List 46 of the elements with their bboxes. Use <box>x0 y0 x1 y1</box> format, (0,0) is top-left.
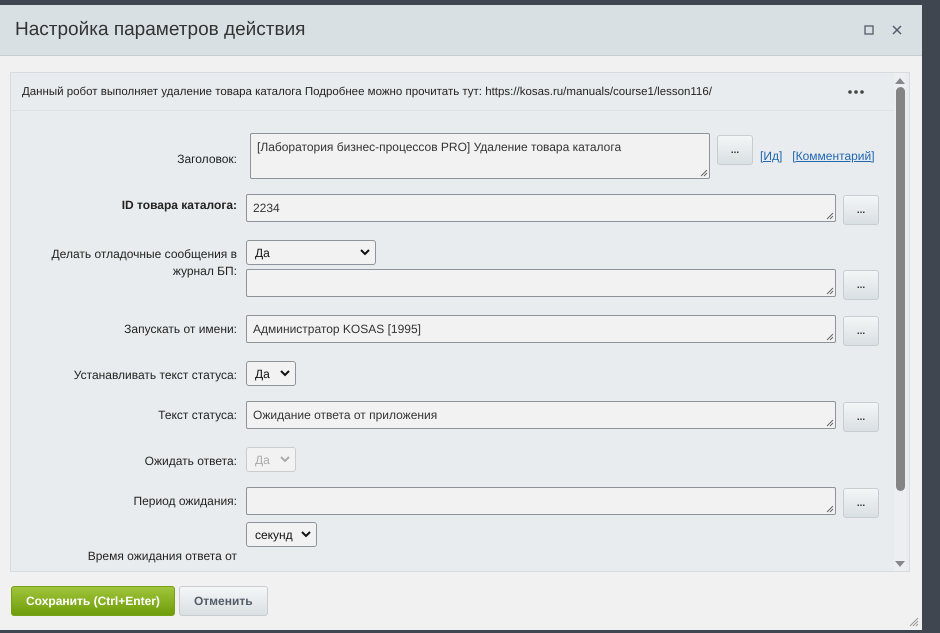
field-label: Текст статуса: <box>157 407 237 424</box>
dropdown[interactable]: Да <box>246 361 296 386</box>
field-label: ID товара каталога: <box>120 197 237 214</box>
resize-handle-icon[interactable] <box>700 169 708 177</box>
text-field[interactable] <box>246 487 836 515</box>
more-button[interactable]: ... <box>717 135 753 165</box>
scroll-down-icon[interactable] <box>895 561 905 568</box>
field-label: Ожидать ответа: <box>144 453 237 470</box>
maximize-icon[interactable] <box>864 25 874 35</box>
more-button[interactable]: ... <box>843 488 879 518</box>
resize-handle-icon[interactable] <box>826 212 834 220</box>
field-label: Заголовок: <box>176 151 237 168</box>
dropdown[interactable]: секунд <box>246 522 317 547</box>
link[interactable]: [Ид] <box>760 149 782 163</box>
text-field[interactable]: [Лаборатория бизнес-процессов PRO] Удаление товара каталога <box>250 133 710 179</box>
scroll-up-icon[interactable] <box>895 77 905 84</box>
text-field[interactable]: 2234 <box>246 194 836 222</box>
more-button[interactable]: ... <box>843 195 879 225</box>
text-field[interactable]: Администратор KOSAS [1995] <box>246 315 836 343</box>
cancel-button[interactable]: Отменить <box>178 586 268 616</box>
more-button[interactable]: ... <box>843 402 879 432</box>
chevron-down-icon <box>300 531 311 538</box>
resize-handle-icon[interactable] <box>826 333 834 341</box>
text-field[interactable] <box>246 269 836 297</box>
field-label: Время ожидания ответа от <box>86 548 237 565</box>
description-text: Данный робот выполняет удаление товара каталога Подробнее можно прочитать тут: https://kosas.ru/manuals/course1/lesson116/ <box>22 86 712 98</box>
chevron-down-icon <box>360 249 370 256</box>
field-label: Запускать от имени: <box>123 321 237 338</box>
scrollbar-thumb[interactable] <box>896 87 904 491</box>
link[interactable]: [Комментарий] <box>792 149 875 163</box>
resize-grip-icon[interactable] <box>907 615 919 627</box>
resize-handle-icon[interactable] <box>826 287 834 295</box>
close-icon[interactable] <box>892 25 902 35</box>
text-field[interactable]: Ожидание ответа от приложения <box>246 401 836 429</box>
more-icon[interactable] <box>848 90 864 94</box>
more-button[interactable]: ... <box>843 270 879 300</box>
window-title: Настройка параметров действия <box>15 19 306 41</box>
resize-handle-icon[interactable] <box>826 419 834 427</box>
field-label: Делать отладочные сообщения в журнал БП: <box>50 246 237 280</box>
field-label: Устанавливать текст статуса: <box>72 367 237 384</box>
chevron-down-icon <box>280 456 290 463</box>
field-label: Период ожидания: <box>132 493 237 510</box>
more-button[interactable]: ... <box>843 316 879 346</box>
dropdown[interactable]: Да <box>246 240 376 265</box>
resize-handle-icon[interactable] <box>826 505 834 513</box>
chevron-down-icon <box>280 370 290 377</box>
